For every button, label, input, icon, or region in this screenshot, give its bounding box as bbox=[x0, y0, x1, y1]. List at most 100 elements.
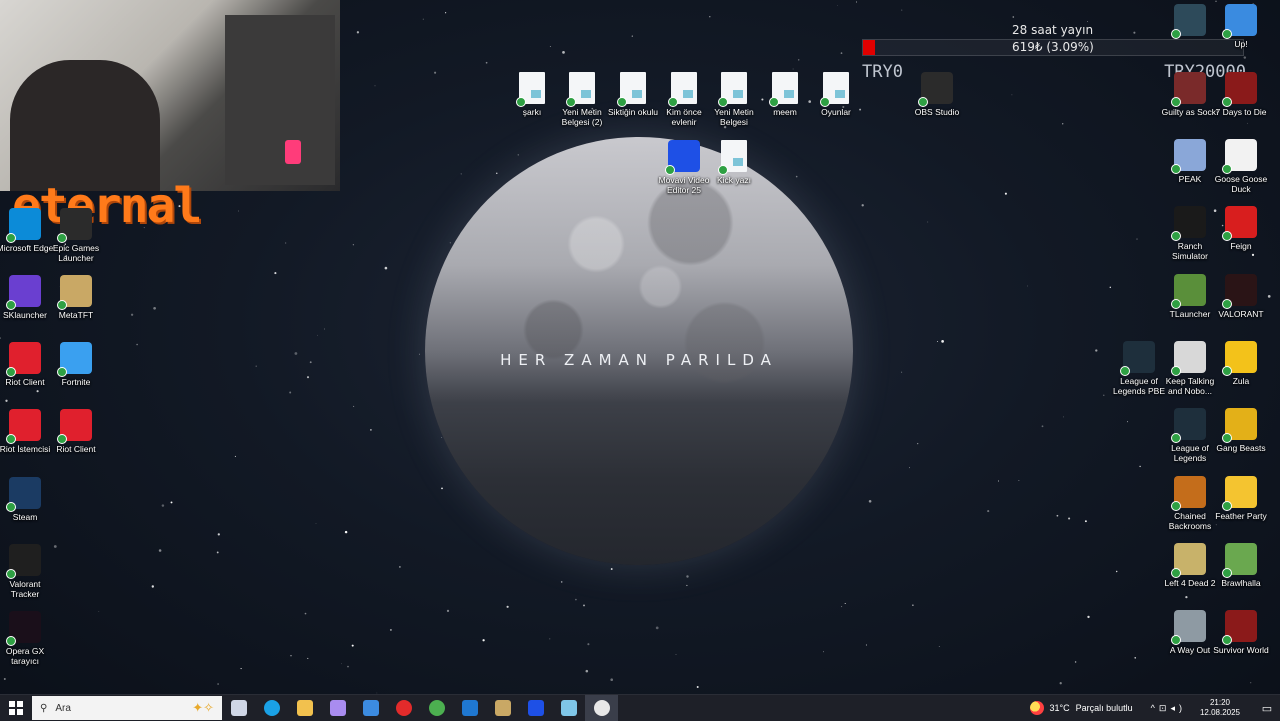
star bbox=[611, 568, 613, 570]
taskbar-app-edge[interactable] bbox=[255, 695, 288, 721]
star bbox=[1136, 239, 1137, 240]
star bbox=[917, 443, 918, 444]
desktop-icon[interactable]: Steam bbox=[0, 477, 55, 522]
taskbar-app-file-explorer[interactable] bbox=[288, 695, 321, 721]
star bbox=[347, 666, 349, 668]
start-button[interactable] bbox=[0, 695, 32, 721]
star bbox=[1085, 520, 1087, 522]
tray-icons[interactable]: ^⊡◂) bbox=[1151, 703, 1186, 714]
desktop-icon[interactable]: Opera GX tarayıcı bbox=[0, 611, 55, 666]
star bbox=[1185, 596, 1187, 598]
lol-pbe-icon bbox=[1123, 341, 1155, 373]
sync-check-icon bbox=[718, 97, 728, 107]
desktop-icon[interactable]: Valorant Tracker bbox=[0, 544, 55, 599]
star bbox=[1011, 94, 1012, 95]
left4dead-icon bbox=[1174, 543, 1206, 575]
star bbox=[1062, 123, 1063, 124]
star bbox=[385, 267, 388, 270]
sync-check-icon bbox=[1222, 501, 1232, 511]
star bbox=[136, 344, 138, 346]
desktop-icon[interactable]: Feign bbox=[1211, 206, 1271, 251]
star bbox=[823, 651, 824, 652]
desktop-icon[interactable]: Survivor World bbox=[1211, 610, 1271, 655]
star bbox=[1042, 425, 1044, 427]
goal-progress-fill bbox=[863, 40, 875, 55]
search-placeholder: Ara bbox=[55, 703, 71, 714]
desktop-icon-label: Kick yazı bbox=[704, 175, 764, 185]
chevron-up-icon[interactable]: ^ bbox=[1151, 703, 1159, 713]
sync-check-icon bbox=[1171, 29, 1181, 39]
star bbox=[441, 487, 443, 489]
valorant-tracker-icon bbox=[9, 544, 41, 576]
star bbox=[345, 531, 347, 533]
volume-icon[interactable]: ◂) bbox=[1170, 703, 1186, 713]
taskbar-app-opera[interactable] bbox=[387, 695, 420, 721]
desktop-icon-label: Feign bbox=[1211, 241, 1271, 251]
desktop-icon[interactable]: 7 Days to Die bbox=[1211, 72, 1271, 117]
taskbar-search[interactable]: ⚲ Ara ✦✧ bbox=[32, 696, 222, 720]
taskbar-app-task-view[interactable] bbox=[222, 695, 255, 721]
star bbox=[796, 176, 798, 178]
taskbar-app-copilot[interactable] bbox=[321, 695, 354, 721]
desktop-icon[interactable]: OBS Studio bbox=[907, 72, 967, 117]
star bbox=[1095, 349, 1097, 351]
desktop-icon[interactable]: Epic Games Launcher bbox=[46, 208, 106, 263]
webcam-background bbox=[225, 15, 335, 185]
taskbar-app-store[interactable] bbox=[354, 695, 387, 721]
gang-beasts-icon bbox=[1225, 408, 1257, 440]
sklauncher-icon bbox=[9, 275, 41, 307]
feather-party-icon bbox=[1225, 476, 1257, 508]
star bbox=[317, 335, 318, 336]
star bbox=[1252, 254, 1254, 256]
network-icon[interactable]: ⊡ bbox=[1159, 703, 1171, 713]
desktop-icon-label: Up! bbox=[1211, 39, 1271, 49]
zula-icon bbox=[1225, 341, 1257, 373]
star bbox=[841, 52, 843, 54]
star bbox=[131, 314, 133, 316]
taskbar-app-metatft[interactable] bbox=[486, 695, 519, 721]
star bbox=[837, 5, 838, 6]
taskbar-app-outlook[interactable] bbox=[453, 695, 486, 721]
desktop-icon-label: Goose Goose Duck bbox=[1211, 174, 1271, 194]
desktop-icon[interactable]: Zula bbox=[1211, 341, 1271, 386]
goal-min-label: TRY0 bbox=[862, 62, 903, 82]
sync-check-icon bbox=[6, 233, 16, 243]
a-way-out-icon bbox=[1174, 610, 1206, 642]
taskbar-app-chrome[interactable] bbox=[420, 695, 453, 721]
weather-widget[interactable]: 31°C Parçalı bulutlu bbox=[1030, 701, 1133, 715]
desktop-icon[interactable]: Brawlhalla bbox=[1211, 543, 1271, 588]
streamer bbox=[10, 60, 160, 191]
star bbox=[518, 154, 519, 155]
desktop-icon[interactable]: MetaTFT bbox=[46, 275, 106, 320]
taskbar-app-obs[interactable] bbox=[585, 695, 618, 721]
desktop-icon[interactable]: Feather Party bbox=[1211, 476, 1271, 521]
desktop-icon[interactable]: Fortnite bbox=[46, 342, 106, 387]
star bbox=[866, 645, 867, 646]
desktop-icon[interactable]: VALORANT bbox=[1211, 274, 1271, 319]
desktop-icon[interactable]: Gang Beasts bbox=[1211, 408, 1271, 453]
star bbox=[507, 606, 509, 608]
document-icon bbox=[823, 72, 849, 104]
star bbox=[399, 566, 401, 568]
star bbox=[793, 69, 794, 70]
sync-check-icon bbox=[566, 97, 576, 107]
star bbox=[441, 437, 442, 438]
desktop-icon[interactable]: Kick yazı bbox=[704, 140, 764, 185]
star bbox=[587, 643, 589, 645]
metatft-icon bbox=[495, 700, 511, 716]
notification-icon[interactable]: ▭ bbox=[1254, 702, 1280, 715]
star bbox=[482, 639, 484, 641]
clock[interactable]: 21:20 12.08.2025 bbox=[1200, 698, 1240, 718]
desktop-icon[interactable]: Goose Goose Duck bbox=[1211, 139, 1271, 194]
chrome-icon bbox=[429, 700, 445, 716]
taskbar-app-movavi[interactable] bbox=[519, 695, 552, 721]
star bbox=[171, 501, 173, 503]
desktop-icon[interactable]: Up! bbox=[1211, 4, 1271, 49]
star bbox=[162, 504, 164, 506]
opera-icon bbox=[396, 700, 412, 716]
obs-icon bbox=[594, 700, 610, 716]
desktop-icon[interactable]: Oyunlar bbox=[806, 72, 866, 117]
taskbar-app-notepad[interactable] bbox=[552, 695, 585, 721]
desktop-icon[interactable]: Riot Client bbox=[46, 409, 106, 454]
star bbox=[1127, 421, 1128, 422]
